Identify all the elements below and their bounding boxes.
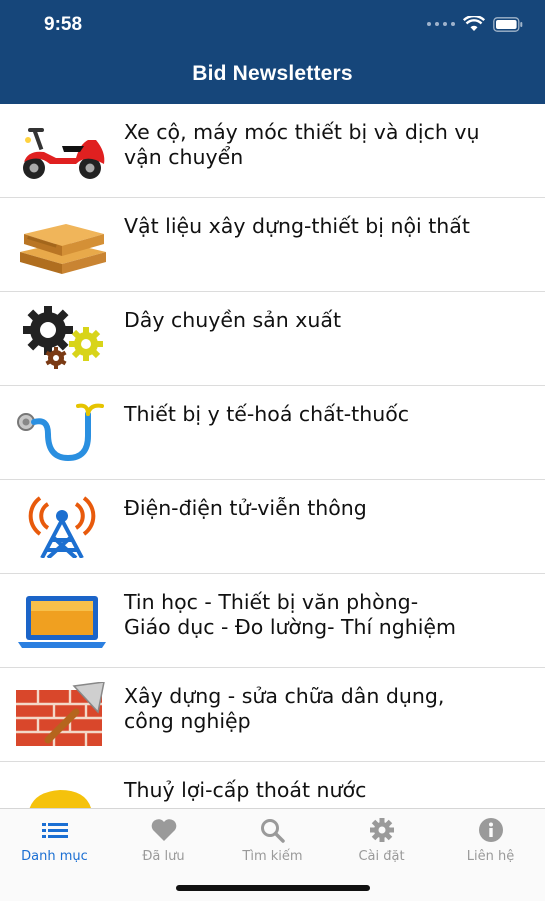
info-icon (478, 818, 503, 842)
category-row-building-materials[interactable]: Vật liệu xây dựng-thiết bị nội thất (0, 198, 545, 292)
wifi-icon (463, 16, 485, 31)
heart-icon (151, 819, 176, 841)
navigation-header: 9:58 Bid Newsletters (0, 0, 545, 104)
category-row-electronics[interactable]: Điện-điện tử-viễn thông (0, 480, 545, 574)
category-label: Tin học - Thiết bị văn phòng- Giáo dục -… (124, 590, 457, 639)
category-row-production-lines[interactable]: Dây chuyền sản xuất (0, 292, 545, 386)
category-label: Xe cộ, máy móc thiết bị và dịch vụ vận c… (124, 120, 480, 169)
tab-label: Tìm kiếm (242, 849, 303, 864)
tab-settings[interactable]: Cài đặt (327, 817, 436, 873)
tab-search[interactable]: Tìm kiếm (218, 817, 327, 873)
category-label: Vật liệu xây dựng-thiết bị nội thất (124, 214, 470, 238)
tab-saved[interactable]: Đã lưu (109, 817, 218, 873)
brick-trowel-icon (16, 682, 105, 746)
category-label: Dây chuyền sản xuất (124, 308, 341, 332)
page-title: Bid Newsletters (192, 62, 353, 85)
category-label: Điện-điện tử-viễn thông (124, 496, 367, 520)
signal-dots-icon (427, 22, 455, 26)
category-list[interactable]: Xe cộ, máy móc thiết bị và dịch vụ vận c… (0, 104, 545, 808)
category-row-irrigation[interactable]: Thuỷ lợi-cấp thoát nước (0, 762, 545, 808)
battery-icon (493, 16, 523, 32)
search-icon (260, 819, 285, 843)
status-time: 9:58 (44, 14, 83, 35)
list-icon (41, 823, 68, 838)
tab-label: Cài đặt (358, 849, 405, 864)
category-row-vehicles[interactable]: Xe cộ, máy móc thiết bị và dịch vụ vận c… (0, 104, 545, 198)
worker-helmet-icon (29, 790, 91, 808)
stethoscope-icon (17, 403, 104, 462)
antenna-tower-icon (28, 496, 96, 558)
gear-icon (369, 818, 394, 842)
category-label: Thuỷ lợi-cấp thoát nước (124, 778, 367, 802)
category-label: Xây dựng - sửa chữa dân dụng, công nghiệ… (124, 684, 445, 733)
tab-label: Liên hệ (466, 849, 515, 864)
category-row-it-office[interactable]: Tin học - Thiết bị văn phòng- Giáo dục -… (0, 574, 545, 668)
scooter-icon (23, 128, 105, 179)
tab-contact[interactable]: Liên hệ (436, 817, 545, 873)
status-icons (427, 14, 523, 34)
category-label: Thiết bị y tế-hoá chất-thuốc (124, 402, 410, 426)
category-row-construction[interactable]: Xây dựng - sửa chữa dân dụng, công nghiệ… (0, 668, 545, 762)
home-indicator (176, 885, 370, 891)
tab-label: Danh mục (21, 849, 88, 864)
lumber-icon (20, 224, 106, 274)
laptop-icon (18, 596, 106, 648)
tab-categories[interactable]: Danh mục (0, 817, 109, 873)
category-row-medical[interactable]: Thiết bị y tế-hoá chất-thuốc (0, 386, 545, 480)
gears-icon (23, 306, 103, 369)
tab-label: Đã lưu (142, 849, 185, 864)
